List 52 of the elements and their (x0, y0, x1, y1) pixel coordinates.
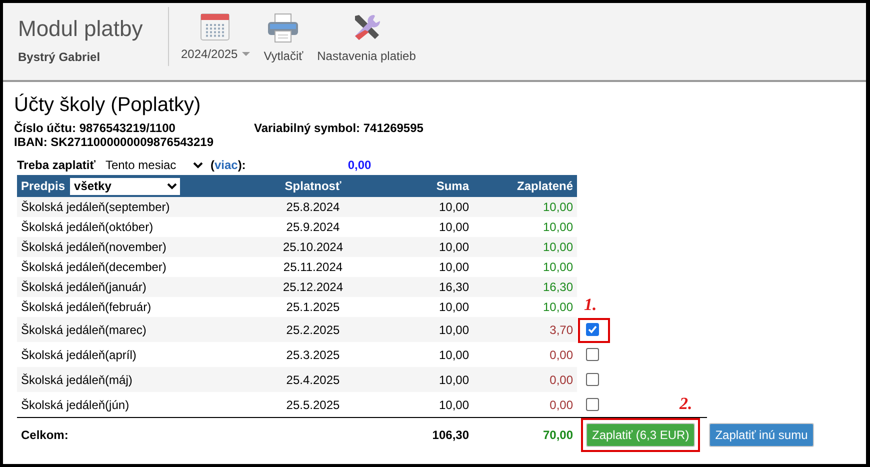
table-cell: 25.10.2024 (243, 237, 383, 257)
table-cell: Školská jedáleň(marec) (17, 317, 243, 342)
table-cell: 0,00 (473, 367, 577, 392)
table-cell: Školská jedáleň(január) (17, 277, 243, 297)
table-cell: 10,00 (383, 237, 473, 257)
table-cell: 10,00 (383, 317, 473, 342)
column-header: Zaplatené (516, 178, 574, 195)
page-title: Účty školy (Poplatky) (14, 94, 201, 117)
print-button[interactable]: Vytlačiť (264, 13, 304, 63)
user-name: Bystrý Gabriel (18, 50, 102, 64)
table-cell: 16,30 (473, 277, 577, 297)
table-cell: 10,00 (383, 197, 473, 217)
amount-due-value: 0,00 (348, 158, 372, 172)
printer-icon (267, 13, 300, 43)
table-cell: 10,00 (473, 197, 577, 217)
column-header: Predpis (21, 179, 66, 193)
table-cell: 25.8.2024 (243, 197, 383, 217)
table-cell: 25.2.2025 (243, 317, 383, 342)
checkbox[interactable] (586, 398, 598, 411)
table-cell: Školská jedáleň(november) (17, 237, 243, 257)
total-amount: 106,30 (431, 428, 470, 442)
paren-text: ): (238, 158, 246, 172)
annotation-number: 2. (679, 394, 692, 414)
calendar-icon (200, 13, 230, 41)
table-cell: 25.4.2025 (243, 367, 383, 392)
highlight-frame (578, 318, 610, 343)
pay-other-amount-button[interactable]: Zaplatiť inú sumu (709, 423, 814, 447)
paren-text: ( (210, 158, 214, 172)
total-label: Celkom: (20, 428, 70, 442)
filter-select[interactable]: všetky (70, 178, 180, 194)
total-paid: 70,00 (542, 428, 574, 442)
checkbox[interactable] (586, 373, 598, 386)
payment-settings-button[interactable]: Nastavenia platieb (317, 13, 416, 63)
table-cell: 10,00 (383, 367, 473, 392)
column-header: Suma (435, 178, 470, 195)
table-cell: 10,00 (473, 237, 577, 257)
column-header: Splatnosť (284, 178, 342, 195)
variable-symbol: Variabilný symbol: 741269595 (254, 121, 424, 135)
table-cell: 25.12.2024 (243, 277, 383, 297)
checkbox[interactable] (586, 348, 598, 361)
amount-due-label: Treba zaplatiť (17, 158, 96, 172)
annotation-number: 1. (584, 295, 597, 315)
table-cell: Školská jedáleň(máj) (17, 367, 243, 392)
table-cell: 16,30 (383, 277, 473, 297)
more-link[interactable]: viac (214, 158, 238, 172)
iban-text: IBAN: SK2711000000009876543219 (14, 135, 214, 149)
year-selector[interactable]: 2024/2025 (181, 13, 250, 61)
table-cell: 3,70 (473, 317, 577, 342)
table-cell: Školská jedáleň(september) (17, 197, 243, 217)
account-number: Číslo účtu: 9876543219/1100 (14, 121, 176, 135)
checkbox[interactable] (586, 323, 598, 336)
app-title: Modul platby (18, 16, 144, 42)
